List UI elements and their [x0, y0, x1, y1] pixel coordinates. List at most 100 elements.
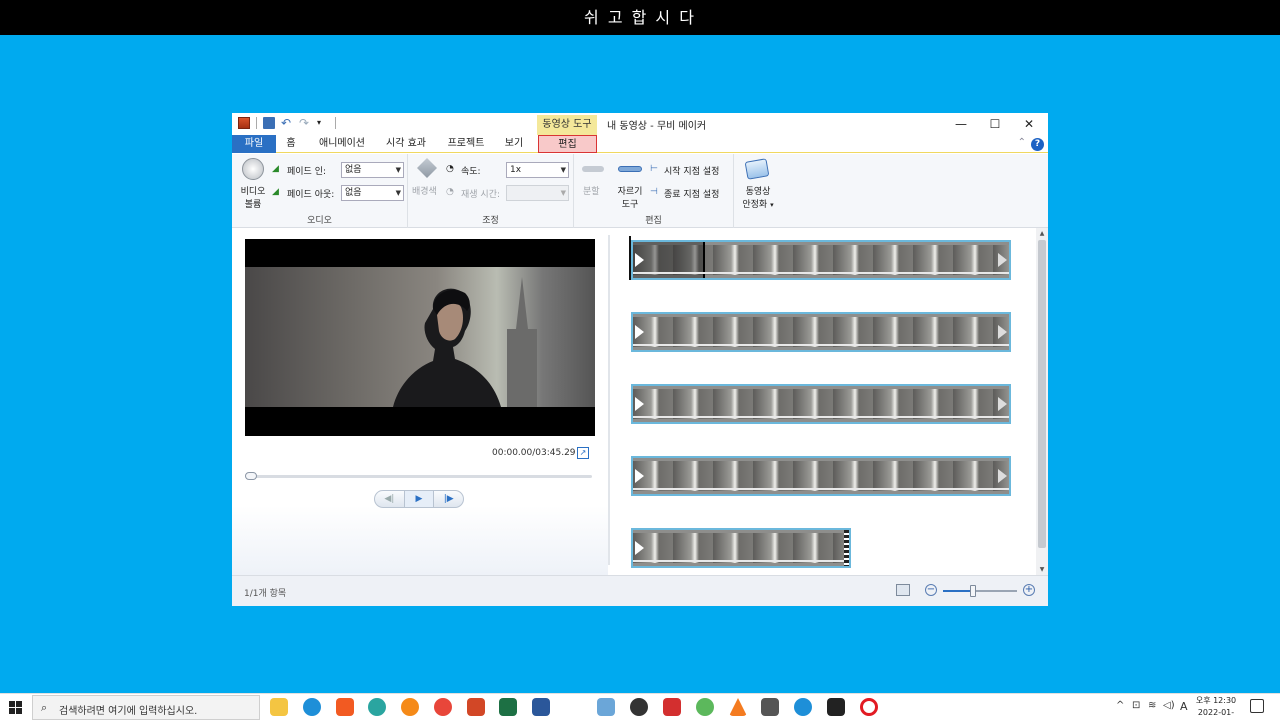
clip[interactable]	[631, 312, 1011, 352]
movie-maker-app-icon[interactable]	[238, 117, 250, 129]
fade-out-icon: ◢	[272, 187, 279, 197]
app-icon[interactable]	[597, 698, 615, 716]
calculator-icon[interactable]	[761, 698, 779, 716]
tab-animations[interactable]: 애니메이션	[314, 135, 370, 153]
fade-out-select[interactable]: 없음 ▼	[341, 185, 404, 201]
fullscreen-icon[interactable]: ↗	[577, 447, 589, 459]
opera-icon[interactable]	[860, 698, 878, 716]
chevron-down-icon: ▾	[770, 201, 774, 209]
tab-home[interactable]: 홈	[282, 135, 300, 153]
speaker-icon[interactable]	[242, 158, 264, 180]
seek-bar[interactable]	[245, 472, 592, 480]
minimize-button[interactable]: —	[944, 115, 978, 133]
app-icon[interactable]	[663, 698, 681, 716]
previous-frame-icon[interactable]: ◀|	[375, 491, 404, 507]
tab-view[interactable]: 보기	[502, 135, 526, 153]
file-explorer-icon[interactable]	[270, 698, 288, 716]
customize-toolbar-icon[interactable]: ▾	[317, 117, 329, 129]
clip-thumbnails	[633, 389, 1009, 419]
clip-end-icon	[998, 253, 1007, 267]
vlc-icon[interactable]	[729, 698, 747, 716]
tab-edit[interactable]: 편집	[538, 135, 597, 153]
chevron-down-icon: ▼	[560, 166, 566, 174]
firefox-icon[interactable]	[401, 698, 419, 716]
audio-group: 비디오 볼륨 ◢ 페이드 인: 없음 ▼ ◢ 페이드 아웃: 없음 ▼ 오디오	[232, 154, 408, 228]
movie-maker-window: ↶ ↷ ▾ 동영상 도구 내 동영상 - 무비 메이커 — ☐ ✕ 파일 홈 애…	[232, 113, 1048, 606]
transport-controls: ◀| ▶ |▶	[374, 490, 464, 508]
brave-icon[interactable]	[336, 698, 354, 716]
word-icon[interactable]	[532, 698, 550, 716]
editing-group-label: 편집	[645, 216, 662, 226]
ime-indicator[interactable]: A	[1180, 700, 1188, 713]
background-color-button: 배경색	[412, 187, 437, 197]
notification-icon[interactable]	[1250, 699, 1264, 713]
edge-icon[interactable]	[303, 698, 321, 716]
chrome-icon[interactable]	[434, 698, 452, 716]
zoom-thumb[interactable]	[969, 585, 976, 597]
speed-select[interactable]: 1x ▼	[506, 162, 569, 178]
clip-thumbnails	[633, 461, 1009, 491]
chevron-down-icon: ▼	[395, 189, 401, 197]
maximize-button[interactable]: ☐	[978, 115, 1012, 133]
scroll-down-icon[interactable]: ▼	[1036, 566, 1048, 573]
clip-end-icon	[998, 469, 1007, 483]
collapse-ribbon-icon[interactable]: ⌃	[1018, 137, 1026, 148]
playhead[interactable]	[629, 236, 631, 280]
title-bar: ↶ ↷ ▾ 동영상 도구 내 동영상 - 무비 메이커 — ☐ ✕	[232, 113, 1048, 135]
set-end-point-button[interactable]: 종료 지점 설정	[664, 187, 719, 200]
app-icon[interactable]	[696, 698, 714, 716]
duration-select: ▼	[506, 185, 569, 201]
trim-tool-icon[interactable]	[618, 166, 642, 172]
zoom-in-icon[interactable]: +	[1023, 584, 1035, 596]
close-button[interactable]: ✕	[1012, 115, 1046, 133]
zoom-slider[interactable]	[943, 585, 1017, 597]
powerpoint-icon[interactable]	[467, 698, 485, 716]
video-volume-label[interactable]: 비디오 볼륨	[238, 184, 268, 210]
tab-visual-effects[interactable]: 시각 효과	[382, 135, 430, 153]
undo-icon[interactable]: ↶	[281, 117, 293, 129]
chevron-up-icon[interactable]: ^	[1116, 700, 1124, 711]
volume-icon[interactable]: ◁)	[1163, 700, 1175, 711]
windows-start-icon[interactable]	[9, 701, 22, 714]
fade-out-label: 페이드 아웃:	[287, 190, 335, 200]
clip-start-icon	[635, 541, 644, 555]
zoom-out-icon[interactable]: −	[925, 584, 937, 596]
next-frame-icon[interactable]: |▶	[434, 491, 463, 507]
video-preview[interactable]	[245, 239, 595, 436]
duration-label: 재생 시간:	[461, 190, 501, 200]
app-icon[interactable]	[630, 698, 648, 716]
redo-icon[interactable]: ↷	[299, 117, 311, 129]
audio-waveform	[633, 272, 1009, 274]
chrome-icon[interactable]	[794, 698, 812, 716]
video-stabilization-button[interactable]: 동영상 안정화 ▾	[738, 184, 778, 210]
help-icon[interactable]: ?	[1031, 138, 1044, 151]
window-title: 내 동영상 - 무비 메이커	[607, 121, 707, 132]
sticky-notes-icon[interactable]	[827, 698, 845, 716]
clip[interactable]	[631, 384, 1011, 424]
thumbnail-size-icon[interactable]	[896, 584, 910, 596]
excel-icon[interactable]	[499, 698, 517, 716]
clip-thumbnails	[633, 317, 1009, 347]
trim-tool-button[interactable]: 자르기 도구	[616, 184, 644, 210]
play-icon[interactable]: ▶	[403, 491, 435, 507]
taskbar-search[interactable]: ⌕ 검색하려면 여기에 입력하십시오.	[32, 695, 260, 720]
scroll-up-icon[interactable]: ▲	[1036, 230, 1048, 237]
set-start-point-button[interactable]: 시작 지점 설정	[664, 164, 719, 177]
storyboard-scrollbar[interactable]: ▲ ▼	[1036, 228, 1048, 575]
tab-project[interactable]: 프로젝트	[444, 135, 488, 153]
seek-thumb[interactable]	[245, 472, 257, 480]
wifi-icon[interactable]: ≋	[1148, 700, 1156, 711]
app-icon[interactable]	[368, 698, 386, 716]
clip[interactable]	[631, 528, 851, 568]
clip[interactable]	[631, 456, 1011, 496]
video-stabilization-icon[interactable]	[744, 158, 770, 180]
fade-in-select[interactable]: 없음 ▼	[341, 162, 404, 178]
scrollbar-thumb[interactable]	[1038, 240, 1046, 548]
tab-file[interactable]: 파일	[232, 135, 276, 153]
system-clock[interactable]: 오후 12:30 2022-01-23	[1193, 695, 1239, 720]
save-icon[interactable]	[263, 117, 275, 129]
adjust-group-label: 조정	[482, 216, 499, 226]
network-icon[interactable]: ⊡	[1132, 700, 1140, 711]
audio-waveform	[633, 560, 849, 562]
clip[interactable]	[631, 240, 1011, 280]
